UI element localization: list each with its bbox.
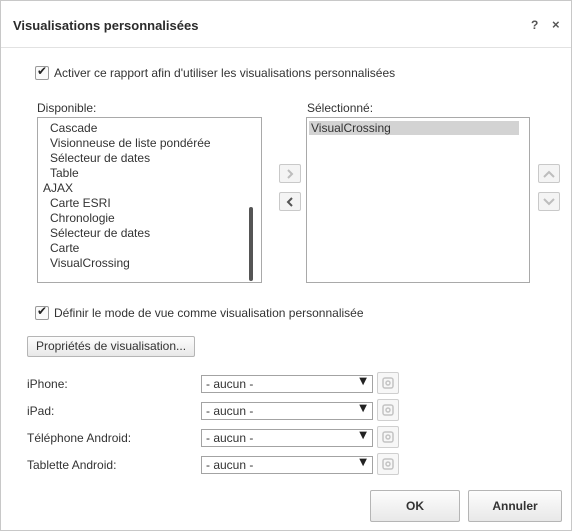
select-value: - aucun - [206,458,254,472]
dropdown-caret-icon: ▼ [359,457,367,468]
device-label-android-tablet: Tablette Android: [27,458,117,472]
ipad-select[interactable]: - aucun - ▼ [201,402,373,420]
view-mode-label: Définir le mode de vue comme visualisati… [54,306,364,320]
custom-visualizations-dialog: Visualisations personnalisées ? × Active… [0,0,572,531]
ok-button[interactable]: OK [370,490,460,522]
gear-icon [382,458,394,470]
list-item[interactable]: VisualCrossing [50,257,130,270]
device-label-iphone: iPhone: [27,377,68,391]
android-phone-settings-button[interactable] [377,426,399,448]
dropdown-caret-icon: ▼ [359,403,367,414]
select-value: - aucun - [206,377,254,391]
dialog-title: Visualisations personnalisées [13,18,199,33]
view-mode-checkbox[interactable] [35,304,49,320]
device-label-ipad: iPad: [27,404,55,418]
gear-icon [382,404,394,416]
list-item[interactable]: Visionneuse de liste pondérée [50,137,211,150]
list-item[interactable]: Table [50,167,79,180]
available-listbox[interactable]: Cascade Visionneuse de liste pondérée Sé… [37,117,262,283]
cancel-button[interactable]: Annuler [468,490,562,522]
android-tablet-select[interactable]: - aucun - ▼ [201,456,373,474]
list-item[interactable]: Chronologie [50,212,115,225]
enable-custom-visualizations-checkbox[interactable] [35,64,49,80]
list-item[interactable]: Cascade [50,122,97,135]
move-down-button[interactable] [538,192,560,211]
dropdown-caret-icon: ▼ [359,430,367,441]
list-item[interactable]: Sélecteur de dates [50,227,150,240]
select-value: - aucun - [206,404,254,418]
device-label-android-phone: Téléphone Android: [27,431,132,445]
title-separator [1,47,571,48]
available-label: Disponible: [37,101,97,115]
visualization-properties-button[interactable]: Propriétés de visualisation... [27,336,195,357]
enable-custom-visualizations-label: Activer ce rapport afin d'utiliser les v… [54,66,396,80]
chevron-down-icon [543,197,555,205]
dropdown-caret-icon: ▼ [359,376,367,387]
android-tablet-settings-button[interactable] [377,453,399,475]
selected-label: Sélectionné: [307,101,374,115]
list-item[interactable]: Carte ESRI [50,197,111,210]
move-up-button[interactable] [538,164,560,183]
list-group-header: AJAX [43,181,74,195]
chevron-left-icon [286,196,293,207]
chevron-up-icon [543,170,555,178]
help-icon[interactable]: ? [531,18,538,32]
iphone-select[interactable]: - aucun - ▼ [201,375,373,393]
chevron-right-icon [287,168,294,179]
list-item-selected[interactable]: VisualCrossing [309,121,519,135]
remove-from-selected-button[interactable] [279,192,301,211]
gear-icon [382,431,394,443]
available-scrollbar[interactable] [249,207,253,281]
list-item[interactable]: Carte [50,242,79,255]
select-value: - aucun - [206,431,254,445]
add-to-selected-button[interactable] [279,164,301,183]
close-icon[interactable]: × [552,17,560,32]
gear-icon [382,377,394,389]
ipad-settings-button[interactable] [377,399,399,421]
selected-listbox[interactable]: VisualCrossing [306,117,530,283]
android-phone-select[interactable]: - aucun - ▼ [201,429,373,447]
list-item[interactable]: Sélecteur de dates [50,152,150,165]
iphone-settings-button[interactable] [377,372,399,394]
